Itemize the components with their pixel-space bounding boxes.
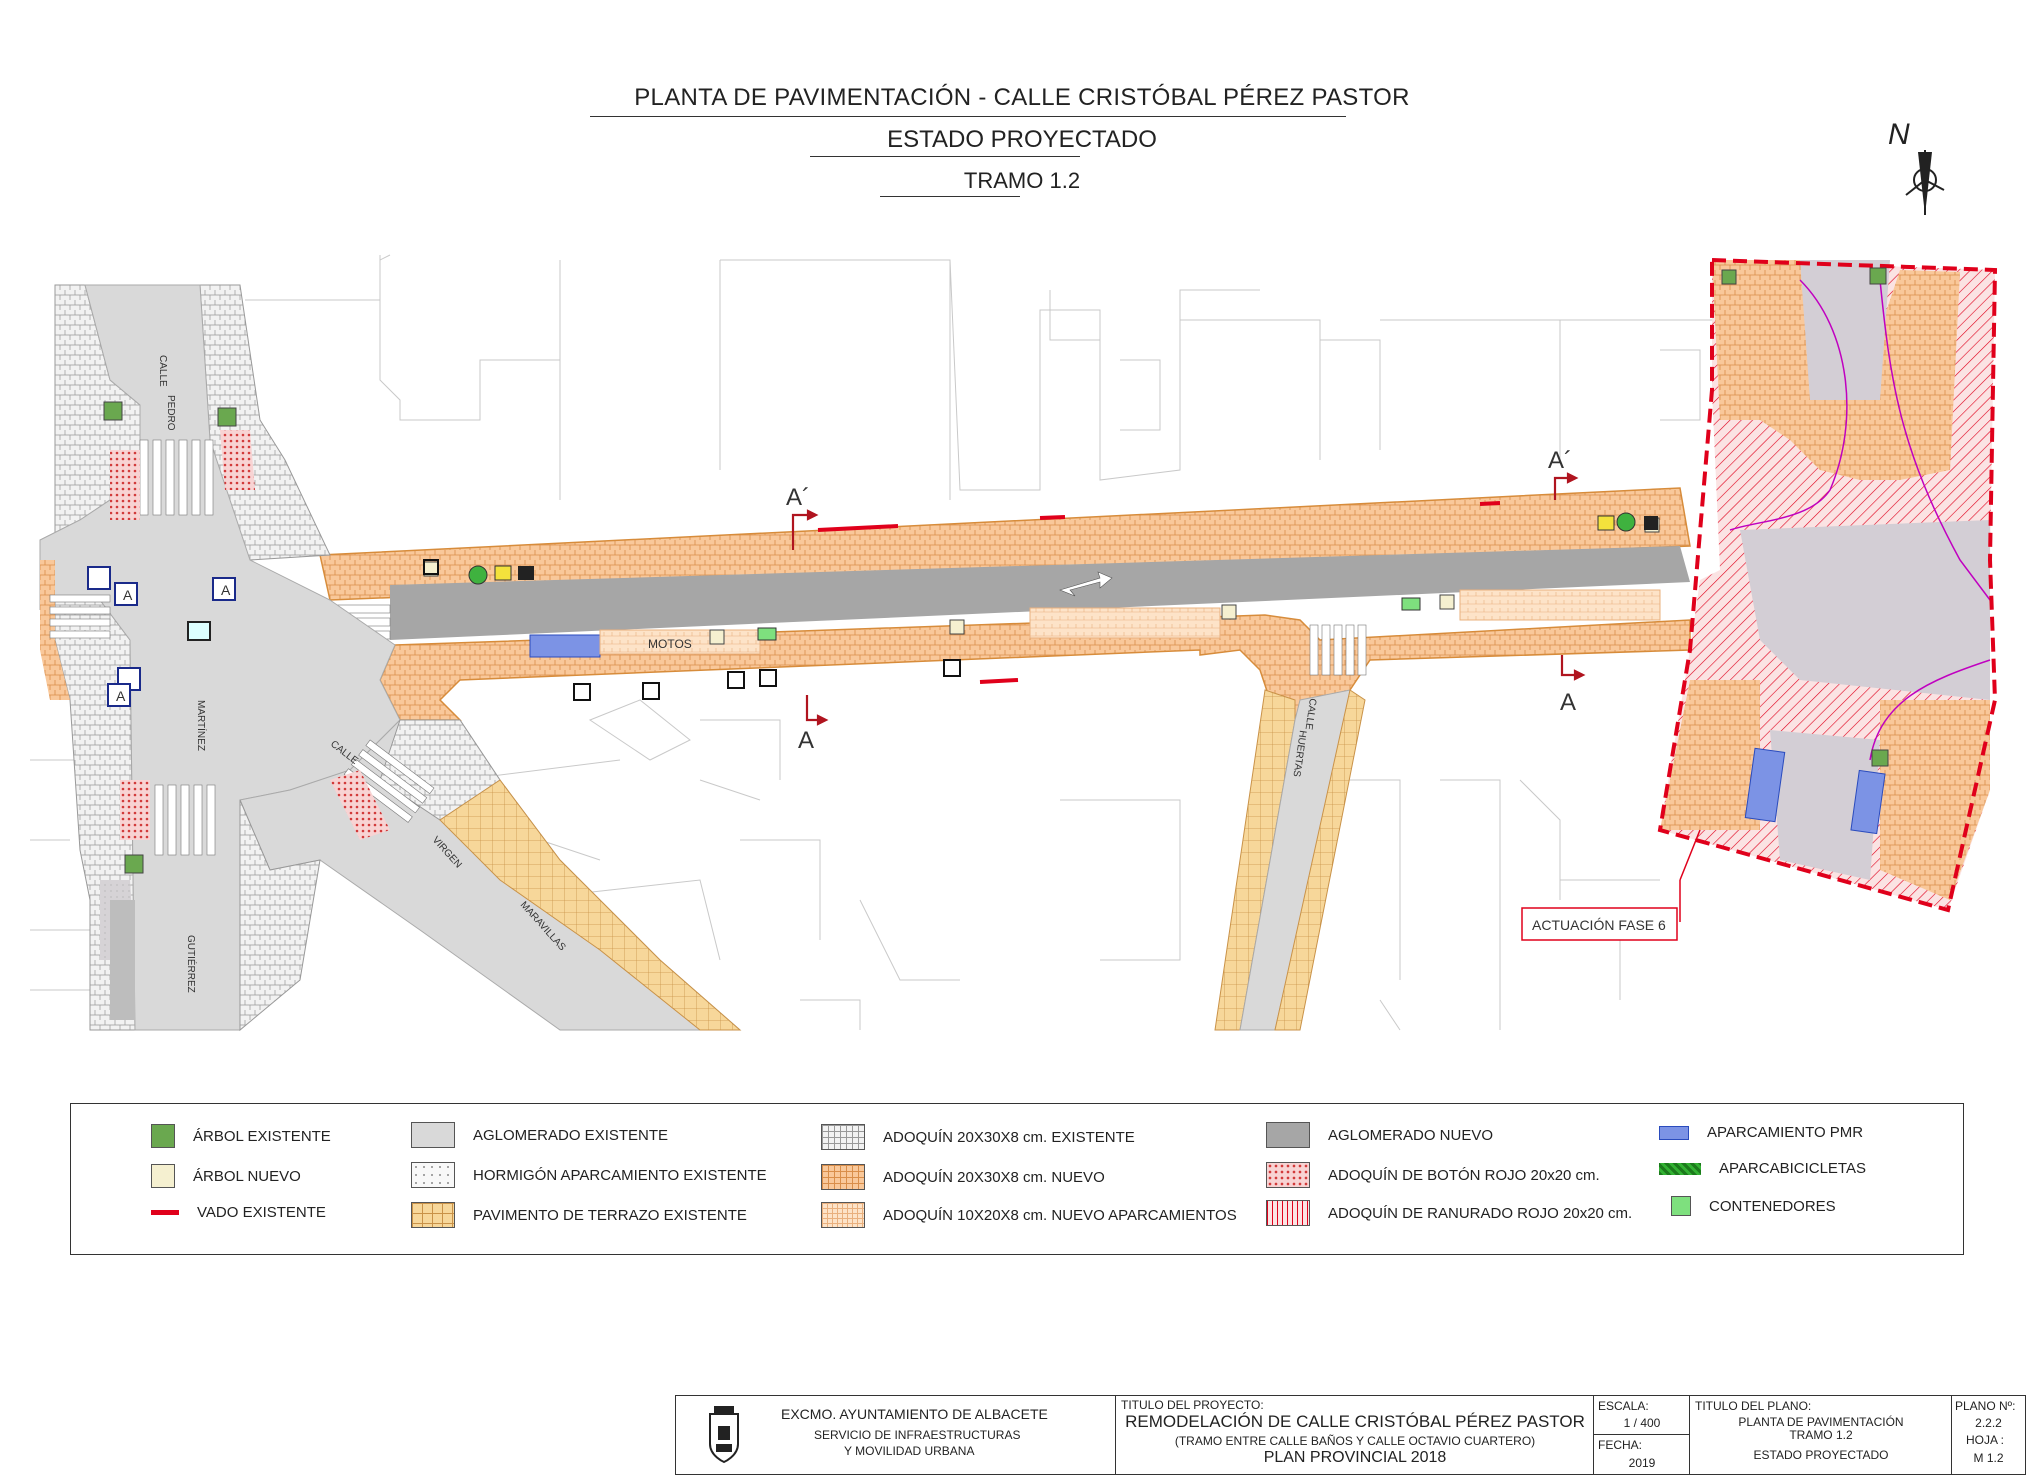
street-label-calle-1: CALLE (157, 355, 168, 387)
adoquin-nuevo-swatch (821, 1164, 865, 1190)
main-street (299, 487, 1691, 721)
plano-heading: PLANO Nº: (1955, 1399, 2016, 1413)
legend-label: AGLOMERADO EXISTENTE (473, 1126, 669, 1144)
legend-item: PAVIMENTO DE TERRAZO EXISTENTE (411, 1202, 747, 1228)
street-label-martinez: MARTÍNEZ (195, 700, 208, 751)
coat-of-arms-icon (709, 1406, 739, 1464)
boton-rojo-swatch (1266, 1162, 1310, 1188)
parking-sign-letter: A (123, 587, 133, 603)
legend-item: AGLOMERADO NUEVO (1266, 1122, 1493, 1148)
legend-item: ADOQUÍN DE RANURADO ROJO 20x20 cm. (1266, 1200, 1632, 1226)
phase-label: ACTUACIÓN FASE 6 (1532, 917, 1666, 933)
legend-item: HORMIGÓN APARCAMIENTO EXISTENTE (411, 1162, 767, 1188)
legend-item: VADO EXISTENTE (151, 1204, 326, 1221)
legend-label: ADOQUÍN 10X20X8 cm. NUEVO APARCAMIENTOS (883, 1206, 1237, 1224)
plan-title-2: TRAMO 1.2 (1789, 1428, 1853, 1442)
legend-label: PAVIMENTO DE TERRAZO EXISTENTE (473, 1206, 747, 1224)
legend: ÁRBOL EXISTENTE ÁRBOL NUEVO VADO EXISTEN… (70, 1103, 1964, 1255)
legend-item: ÁRBOL EXISTENTE (151, 1124, 331, 1148)
hoja-value: M 1.2 (1973, 1451, 2004, 1465)
legend-item: ADOQUÍN 20X30X8 cm. NUEVO (821, 1164, 1105, 1190)
project-cell: TITULO DEL PROYECTO: REMODELACIÓN DE CAL… (1116, 1396, 1594, 1474)
legend-item: AGLOMERADO EXISTENTE (411, 1122, 668, 1148)
street-label-gutierrez: GUTIÉRREZ (185, 935, 198, 993)
section-label-bottom-right: A (1560, 689, 1576, 716)
tree-existing-icon (151, 1124, 175, 1148)
plan-heading: TITULO DEL PLANO: (1695, 1399, 1812, 1413)
plan-title-cell: TITULO DEL PLANO: PLANTA DE PAVIMENTACIÓ… (1690, 1396, 1952, 1474)
hoja-heading: HOJA : (1966, 1433, 2005, 1447)
parking-sign-letter: A (116, 688, 126, 704)
motos-label: MOTOS (648, 637, 692, 651)
org-service-2: Y MOVILIDAD URBANA (844, 1444, 975, 1458)
plan-number-cell: PLANO Nº: 2.2.2 HOJA : M 1.2 (1952, 1396, 2025, 1474)
legend-label: ÁRBOL NUEVO (193, 1167, 301, 1185)
organization-cell: EXCMO. AYUNTAMIENTO DE ALBACETE SERVICIO… (676, 1396, 1116, 1474)
adoquin-aparcamientos-swatch (821, 1202, 865, 1228)
legend-item: ADOQUÍN 10X20X8 cm. NUEVO APARCAMIENTOS (821, 1202, 1237, 1228)
org-name: EXCMO. AYUNTAMIENTO DE ALBACETE (781, 1406, 1048, 1422)
project-subtitle: (TRAMO ENTRE CALLE BAÑOS Y CALLE OCTAVIO… (1174, 1434, 1536, 1448)
legend-label: VADO EXISTENTE (197, 1204, 326, 1221)
legend-item: ADOQUÍN DE BOTÓN ROJO 20x20 cm. (1266, 1162, 1600, 1188)
project-title: REMODELACIÓN DE CALLE CRISTÓBAL PÉREZ PA… (1125, 1412, 1585, 1431)
legend-label: ADOQUÍN 20X30X8 cm. EXISTENTE (883, 1128, 1135, 1146)
legend-label: ADOQUÍN DE BOTÓN ROJO 20x20 cm. (1328, 1166, 1600, 1184)
plan-title-3: ESTADO PROYECTADO (1753, 1448, 1889, 1462)
aparcamiento-pmr-icon (1659, 1125, 1689, 1140)
calle-huertas (1214, 689, 1366, 1031)
legend-label: APARCAMIENTO PMR (1707, 1124, 1864, 1141)
right-plaza (1657, 257, 1998, 913)
title-block: EXCMO. AYUNTAMIENTO DE ALBACETE SERVICIO… (675, 1395, 2026, 1475)
street-label-pedro: PEDRO (165, 395, 176, 431)
legend-item: CONTENEDORES (1671, 1196, 1836, 1216)
legend-item: ADOQUÍN 20X30X8 cm. EXISTENTE (821, 1124, 1135, 1150)
terrazo-swatch (411, 1202, 455, 1228)
ranurado-rojo-swatch (1266, 1200, 1310, 1226)
adoquin-existente-swatch (821, 1124, 865, 1150)
project-heading: TITULO DEL PROYECTO: (1121, 1398, 1264, 1412)
contenedores-icon (1671, 1196, 1691, 1216)
legend-label: AGLOMERADO NUEVO (1328, 1126, 1494, 1144)
legend-label: ÁRBOL EXISTENTE (193, 1127, 331, 1145)
hormigon-swatch (411, 1162, 455, 1188)
scale-date-cell: ESCALA: 1 / 400 FECHA: 2019 (1594, 1396, 1690, 1474)
scale-heading: ESCALA: (1598, 1399, 1649, 1413)
date-heading: FECHA: (1598, 1438, 1643, 1452)
legend-item: ÁRBOL NUEVO (151, 1164, 301, 1188)
date-value: 2019 (1628, 1456, 1656, 1470)
section-label-top-right: A´ (1548, 447, 1572, 474)
legend-label: ADOQUÍN DE RANURADO ROJO 20x20 cm. (1328, 1204, 1633, 1222)
aglomerado-existente-swatch (411, 1122, 455, 1148)
org-service-1: SERVICIO DE INFRAESTRUCTURAS (814, 1428, 1021, 1442)
north-arrow-icon (1905, 150, 1945, 215)
scale-value: 1 / 400 (1623, 1416, 1661, 1430)
legend-label: APARCABICICLETAS (1719, 1160, 1866, 1177)
legend-label: CONTENEDORES (1709, 1197, 1836, 1215)
project-plan: PLAN PROVINCIAL 2018 (1263, 1449, 1447, 1466)
legend-label: ADOQUÍN 20X30X8 cm. NUEVO (883, 1168, 1105, 1186)
legend-label: HORMIGÓN APARCAMIENTO EXISTENTE (473, 1166, 767, 1184)
section-label-bottom-left: A (798, 727, 814, 754)
section-label-top-left: A´ (786, 484, 810, 511)
legend-item: APARCAMIENTO PMR (1659, 1124, 1863, 1141)
legend-item: APARCABICICLETAS (1659, 1160, 1866, 1177)
aglomerado-nuevo-swatch (1266, 1122, 1310, 1148)
plan-title-1: PLANTA DE PAVIMENTACIÓN (1738, 1415, 1904, 1429)
tree-new-icon (151, 1164, 175, 1188)
aparcabicicletas-icon (1659, 1162, 1701, 1175)
parking-sign-letter: A (221, 582, 231, 598)
plano-value: 2.2.2 (1975, 1416, 2002, 1430)
vado-icon (151, 1210, 179, 1215)
